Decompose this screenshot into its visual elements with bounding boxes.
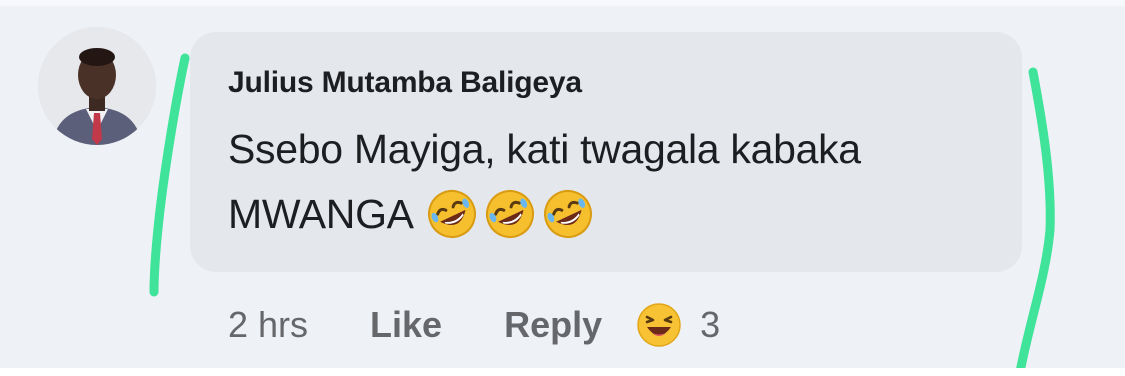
- bottom-edge: [0, 368, 1125, 376]
- right-highlight-mark: [1015, 67, 1055, 376]
- highlight-marks: [149, 53, 1055, 376]
- left-highlight-mark: [149, 53, 190, 297]
- comment-screenshot: Julius Mutamba Baligeya Ssebo Mayiga, ka…: [0, 0, 1125, 376]
